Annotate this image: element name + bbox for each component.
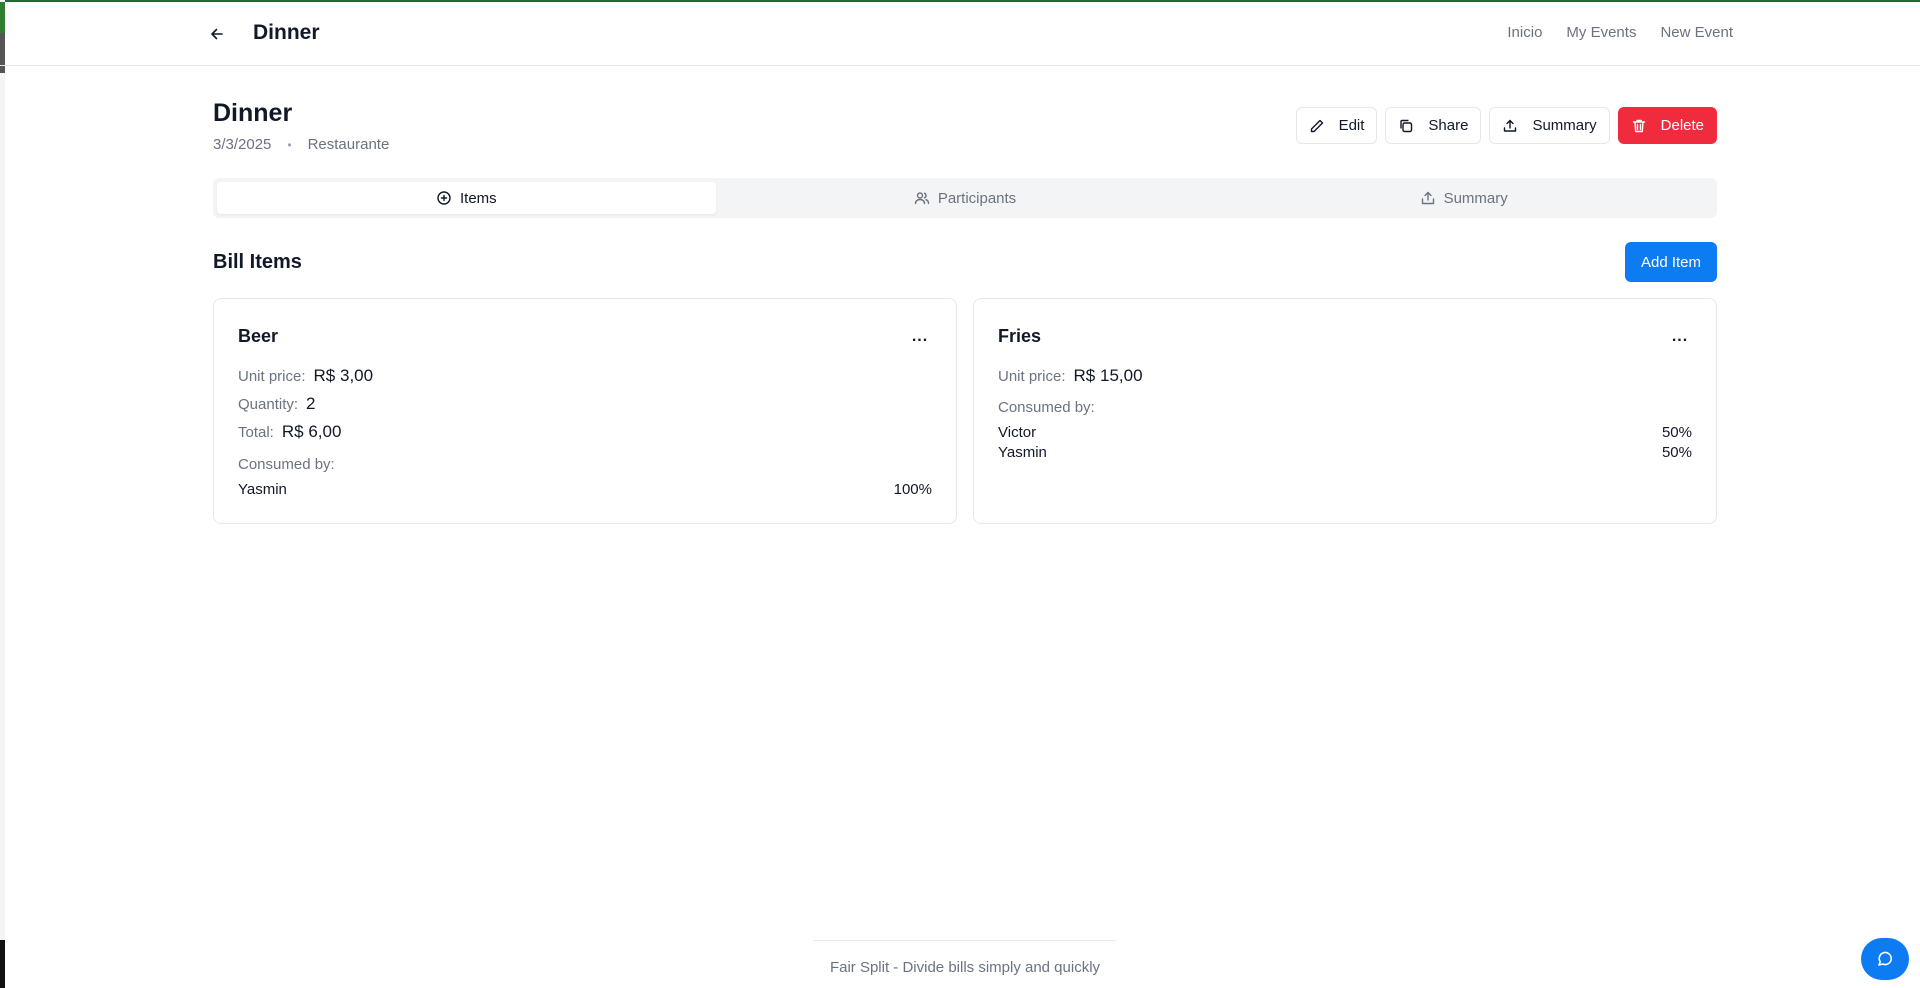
unit-price-row: Unit price: R$ 3,00 [238,366,373,386]
tab-summary[interactable]: Summary [1214,182,1713,214]
arrow-left-icon [211,28,223,40]
consumer-name: Yasmin [238,481,287,498]
event-title: Dinner [213,99,293,127]
meta-separator: • [287,137,292,152]
tab-participants[interactable]: Participants [716,182,1215,214]
share-button[interactable]: Share [1385,107,1482,144]
unit-price-label: Unit price: [238,368,306,385]
chat-bubble-icon [1878,951,1893,966]
tab-items[interactable]: Items [217,182,716,214]
consumer-name: Yasmin [998,444,1047,461]
event-actions: Edit Share Summary Delete [1295,107,1717,144]
unit-price-value: R$ 3,00 [313,366,374,385]
consumed-by-label: Consumed by: [998,399,1095,416]
page-footer: Fair Split - Divide bills simply and qui… [814,940,1116,976]
item-card-beer: Beer ... Unit price: R$ 3,00 Quantity: 2… [213,298,957,524]
item-name: Beer [238,326,279,346]
tab-items-label: Items [459,189,497,207]
edit-button-label: Edit [1338,117,1365,134]
copy-icon [1400,119,1413,132]
total-label: Total: [238,424,274,441]
total-row: Total: R$ 6,00 [238,422,341,442]
item-name: Fries [998,326,1042,346]
plus-circle-icon [437,191,451,205]
consumer-share: 50% [1661,444,1692,461]
quantity-value: 2 [306,394,316,413]
item-menu-button[interactable]: ... [908,327,932,347]
quantity-row: Quantity: 2 [238,394,316,414]
unit-price-row: Unit price: R$ 15,00 [998,366,1143,386]
nav-link-my-events[interactable]: My Events [1566,24,1636,41]
chat-button[interactable] [1861,938,1909,980]
summary-button-label: Summary [1532,117,1597,134]
consumer-row: Yasmin 100% [238,481,932,498]
event-category: Restaurante [307,136,390,153]
unit-price-value: R$ 15,00 [1073,366,1143,385]
event-tabs: Items Participants Summary [213,178,1717,218]
consumer-row: Victor 50% [998,424,1692,441]
delete-button[interactable]: Delete [1617,107,1717,144]
consumer-name: Victor [998,424,1037,441]
pencil-icon [1310,119,1323,132]
consumer-share: 100% [893,481,932,498]
section-title: Bill Items [213,251,302,273]
event-date: 3/3/2025 [213,136,272,153]
event-meta: 3/3/2025 • Restaurante [213,136,389,153]
consumer-row: Yasmin 50% [998,444,1692,461]
share-button-label: Share [1428,117,1469,134]
item-menu-button[interactable]: ... [1668,327,1692,347]
trash-icon [1632,119,1645,132]
nav-link-new-event[interactable]: New Event [1660,24,1733,41]
footer-text: Fair Split - Divide bills simply and qui… [829,959,1101,976]
summary-button[interactable]: Summary [1489,107,1610,144]
item-card-fries: Fries ... Unit price: R$ 15,00 Consumed … [973,298,1717,524]
header-title: Dinner [253,21,320,44]
delete-button-label: Delete [1660,117,1704,134]
consumer-share: 50% [1661,424,1692,441]
consumed-by-label: Consumed by: [238,456,335,473]
edit-button[interactable]: Edit [1295,107,1378,144]
tab-participants-label: Participants [937,189,1017,207]
share-upload-icon [1421,191,1434,205]
unit-price-label: Unit price: [998,368,1066,385]
top-nav: Inicio My Events New Event [1507,24,1733,41]
tab-summary-label: Summary [1443,189,1508,207]
window-left-edge [0,0,5,988]
nav-link-home[interactable]: Inicio [1507,24,1542,41]
users-icon [914,192,930,205]
quantity-label: Quantity: [238,396,299,413]
upload-icon [1504,119,1517,132]
add-item-button[interactable]: Add Item [1624,242,1717,282]
app-header: Dinner Inicio My Events New Event [0,2,1920,66]
total-value: R$ 6,00 [281,422,342,441]
back-button[interactable] [203,20,231,48]
